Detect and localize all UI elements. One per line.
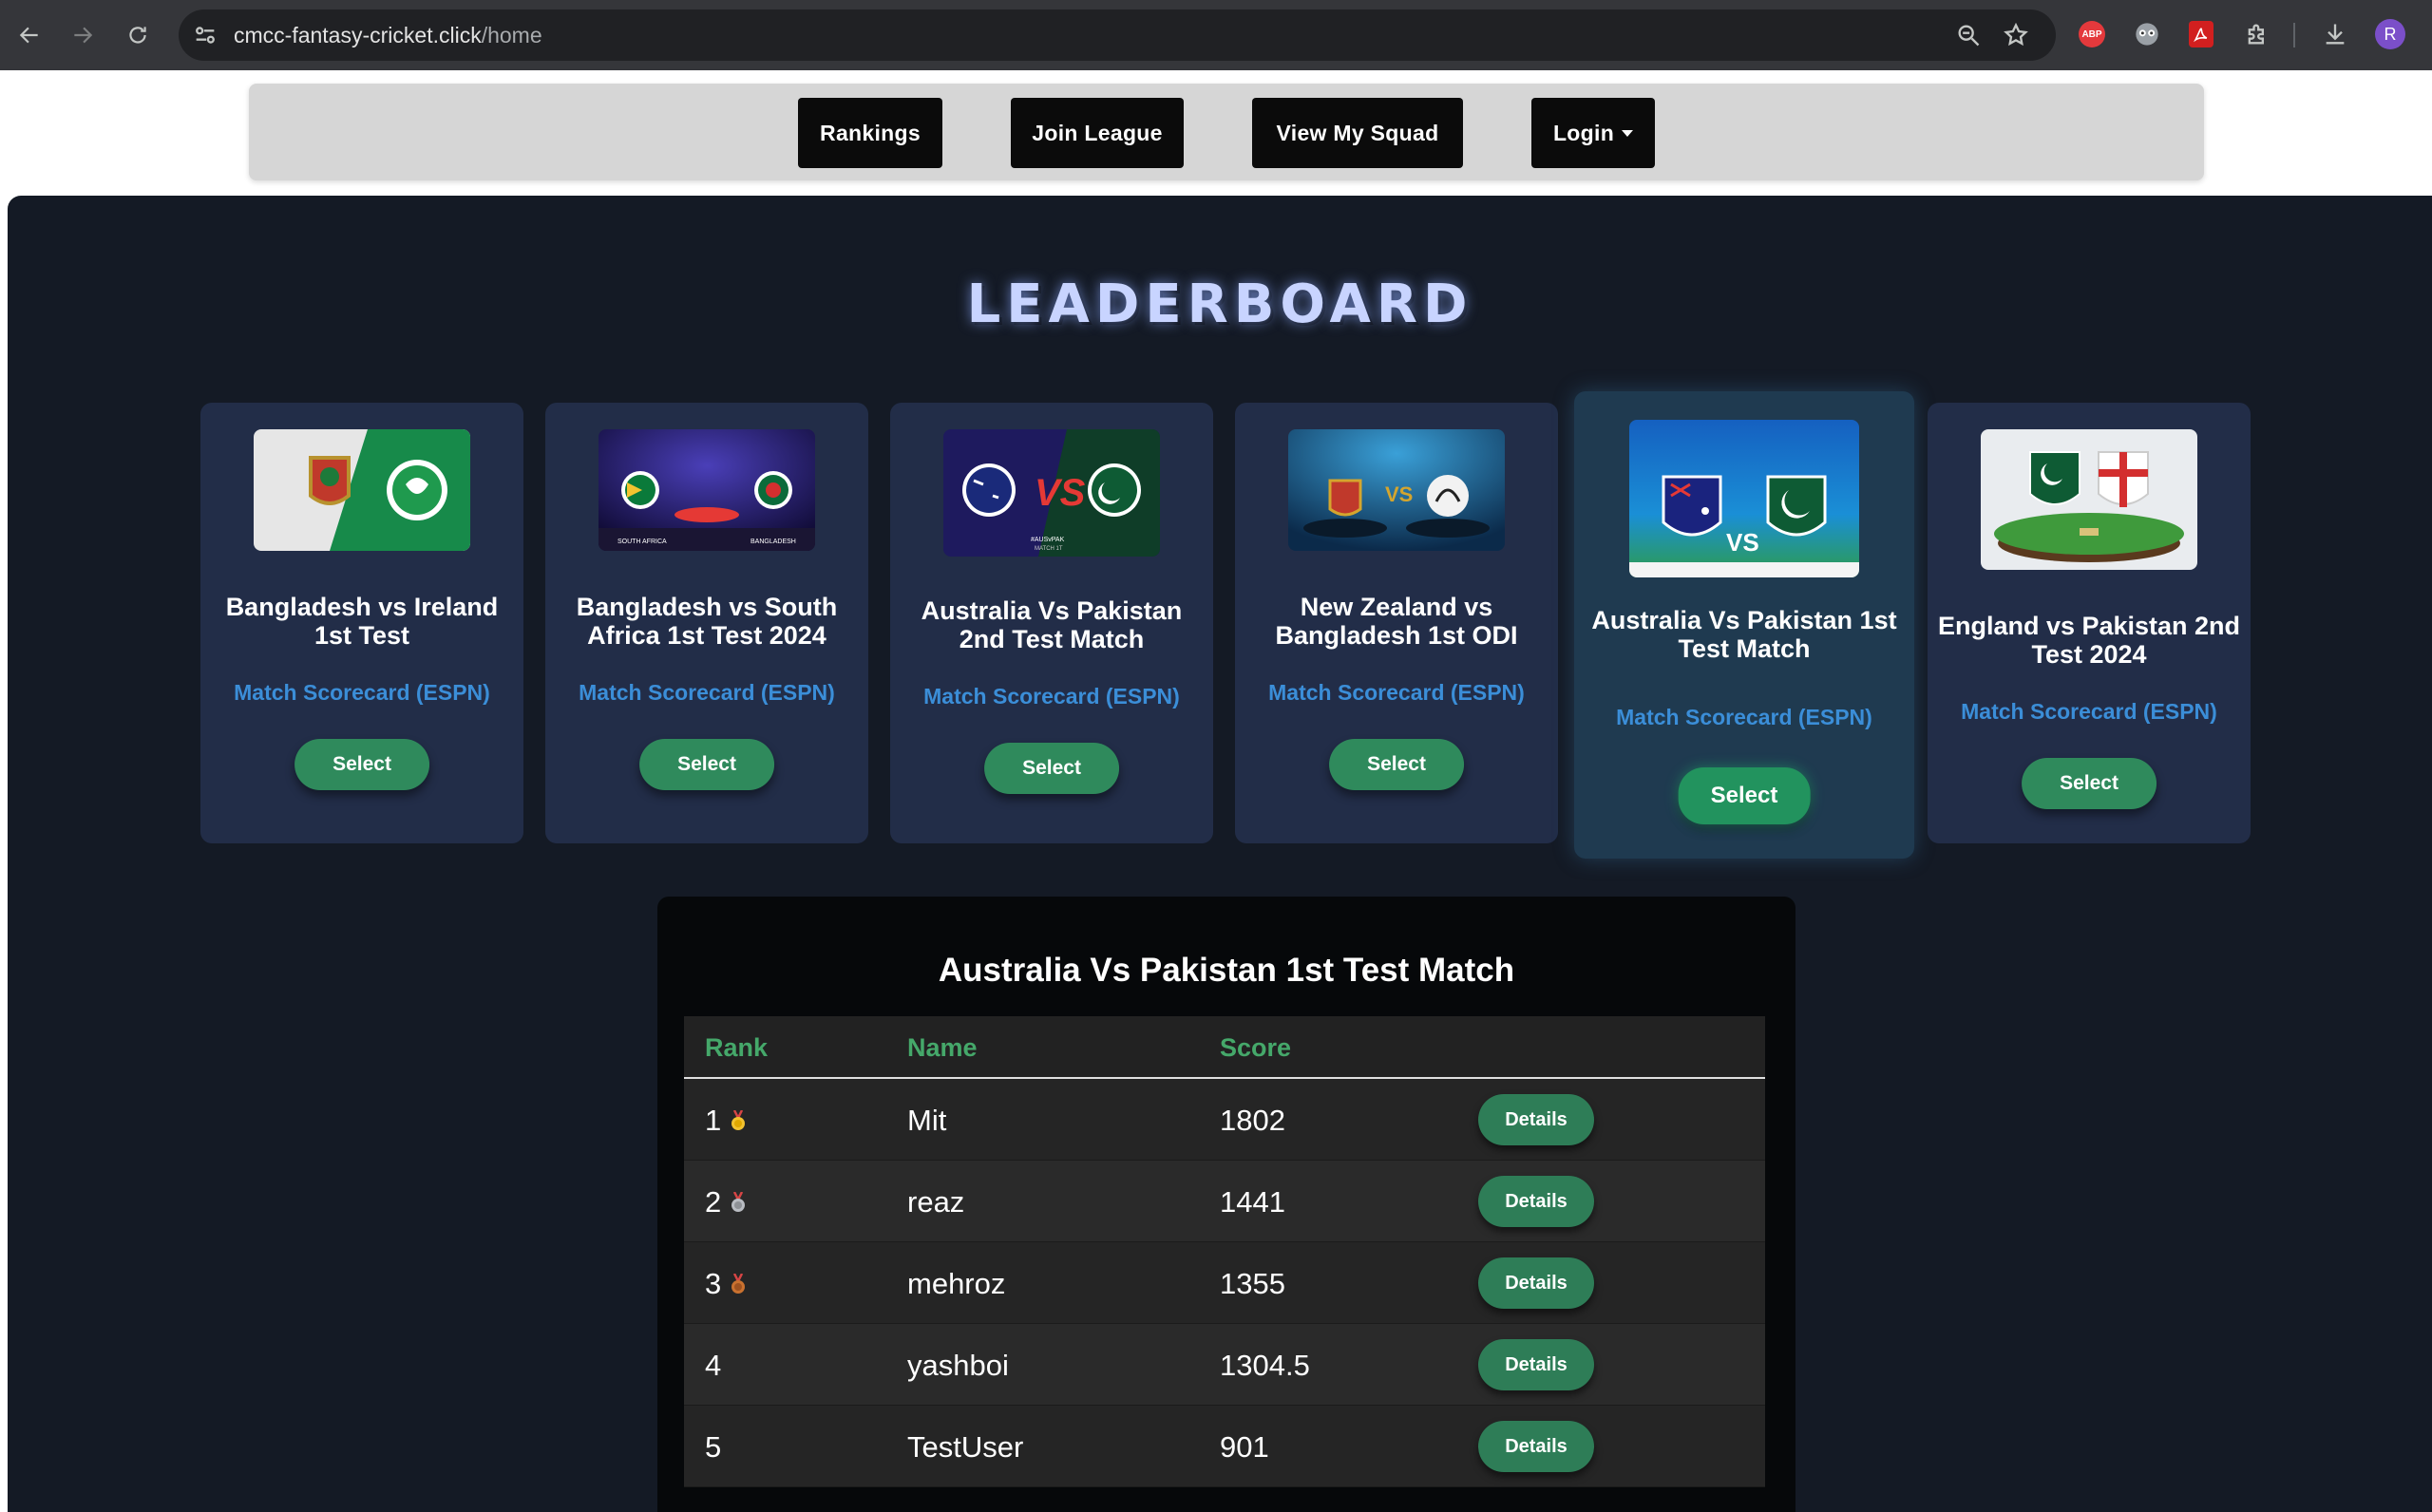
match-thumbnail: VS (1288, 429, 1505, 551)
table-row: 5 TestUser 901 Details (684, 1406, 1765, 1487)
details-button[interactable]: Details (1478, 1176, 1594, 1227)
scorecard-link[interactable]: Match Scorecard (ESPN) (1235, 680, 1558, 706)
match-title: Australia Vs Pakistan 1st Test Match (1591, 606, 1897, 663)
reload-icon[interactable] (120, 17, 156, 53)
rank-cell: 5 (705, 1430, 722, 1464)
login-label: Login (1552, 120, 1615, 145)
match-card[interactable]: SOUTH AFRICA BANGLADESH Bangladesh vs So… (545, 403, 868, 843)
details-button[interactable]: Details (1478, 1421, 1594, 1472)
pdf-extension-icon[interactable] (2189, 21, 2214, 47)
score-cell: 1441 (1220, 1185, 1285, 1219)
match-title: England vs Pakistan 2nd Test 2024 (1937, 612, 2241, 669)
match-title: Bangladesh vs South Africa 1st Test 2024 (576, 593, 838, 650)
match-title: Australia Vs Pakistan 2nd Test Match (921, 596, 1183, 653)
back-icon[interactable] (11, 17, 48, 53)
select-button[interactable]: Select (1678, 767, 1811, 824)
table-row: 4 yashboi 1304.5 Details (684, 1324, 1765, 1406)
details-button[interactable]: Details (1478, 1339, 1594, 1390)
select-button[interactable]: Select (294, 739, 429, 790)
table-row: 3 mehroz 1355 Details (684, 1242, 1765, 1324)
leaderboard-table: Rank Name Score 1 Mit 1802 Details 2 rea… (684, 1016, 1765, 1487)
download-icon[interactable] (2320, 19, 2350, 49)
rank-cell: 2 (705, 1185, 746, 1219)
name-cell: Mit (907, 1104, 947, 1137)
name-cell: reaz (907, 1185, 965, 1219)
extension-mask-icon[interactable] (2132, 19, 2162, 49)
forward-icon[interactable] (65, 17, 101, 53)
table-row: 1 Mit 1802 Details (684, 1079, 1765, 1161)
profile-avatar[interactable]: R (2375, 19, 2405, 49)
svg-text:SOUTH AFRICA: SOUTH AFRICA (618, 539, 667, 545)
login-dropdown-button[interactable]: Login (1531, 98, 1655, 168)
caret-down-icon (1622, 129, 1634, 137)
svg-text:VS: VS (1726, 528, 1759, 557)
score-cell: 901 (1220, 1430, 1269, 1464)
match-thumbnail: VS (1629, 420, 1859, 577)
match-thumbnail: SOUTH AFRICA BANGLADESH (598, 429, 815, 551)
select-button[interactable]: Select (639, 739, 774, 790)
scorecard-link[interactable]: Match Scorecard (ESPN) (890, 684, 1213, 709)
details-button[interactable]: Details (1478, 1257, 1594, 1309)
match-thumbnail (254, 429, 470, 551)
toolbar-divider (2293, 23, 2295, 47)
leaderboard-panel: LEADERBOARD Bangladesh vs Ireland 1st Te… (8, 196, 2432, 1512)
svg-text:BANGLADESH: BANGLADESH (750, 539, 796, 545)
rank-cell: 3 (705, 1267, 746, 1301)
scorecard-link[interactable]: Match Scorecard (ESPN) (545, 680, 868, 706)
scorecard-link[interactable]: Match Scorecard (ESPN) (200, 680, 523, 706)
name-cell: mehroz (907, 1267, 1006, 1300)
match-card[interactable]: Bangladesh vs Ireland 1st Test Match Sco… (200, 403, 523, 843)
select-button[interactable]: Select (984, 743, 1119, 794)
svg-text:VS: VS (1385, 482, 1413, 506)
name-cell: TestUser (907, 1430, 1024, 1464)
match-title: Bangladesh vs Ireland 1st Test (225, 593, 499, 650)
bookmark-star-icon[interactable] (2003, 22, 2029, 48)
svg-text:MATCH 1T: MATCH 1T (1035, 546, 1063, 552)
extensions-puzzle-icon[interactable] (2242, 19, 2272, 49)
leaderboard-title: LEADERBOARD (966, 274, 1473, 335)
svg-text:VS: VS (1035, 472, 1086, 514)
select-button[interactable]: Select (2022, 758, 2156, 809)
score-cell: 1802 (1220, 1104, 1285, 1137)
view-my-squad-button[interactable]: View My Squad (1252, 98, 1463, 168)
zoom-icon[interactable] (1955, 22, 1982, 48)
table-row: 2 reaz 1441 Details (684, 1161, 1765, 1242)
svg-text:#AUSvPAK: #AUSvPAK (1031, 537, 1065, 543)
match-thumbnail: VS #AUSvPAK MATCH 1T (943, 429, 1160, 557)
gold-medal-icon (732, 1109, 746, 1130)
url-text: cmcc-fantasy-cricket.click/home (234, 23, 542, 47)
match-card-selected[interactable]: VS Australia Vs Pakistan 1st Test Match … (1574, 391, 1914, 859)
name-header: Name (907, 1033, 978, 1062)
match-thumbnail (1981, 429, 2197, 570)
top-navbar: Rankings Join League View My Squad Login (249, 84, 2204, 180)
rank-header: Rank (705, 1033, 769, 1062)
score-cell: 1355 (1220, 1267, 1285, 1300)
match-card[interactable]: VS #AUSvPAK MATCH 1T Australia Vs Pakist… (890, 403, 1213, 843)
silver-medal-icon (732, 1191, 746, 1212)
site-settings-icon[interactable] (192, 22, 218, 48)
details-button[interactable]: Details (1478, 1094, 1594, 1145)
scorecard-link[interactable]: Match Scorecard (ESPN) (1928, 699, 2251, 725)
select-button[interactable]: Select (1329, 739, 1464, 790)
scorecard-link[interactable]: Match Scorecard (ESPN) (1574, 705, 1914, 730)
table-header: Rank Name Score (684, 1016, 1765, 1079)
rank-cell: 4 (705, 1349, 722, 1382)
rank-cell: 1 (705, 1104, 746, 1138)
match-card[interactable]: England vs Pakistan 2nd Test 2024 Match … (1928, 403, 2251, 843)
browser-toolbar: cmcc-fantasy-cricket.click/home ABP R (0, 0, 2432, 70)
table-body: 1 Mit 1802 Details 2 reaz 1441 Details 3… (684, 1079, 1765, 1487)
table-title: Australia Vs Pakistan 1st Test Match (938, 952, 1515, 989)
name-cell: yashboi (907, 1349, 1009, 1382)
address-bar[interactable]: cmcc-fantasy-cricket.click/home (179, 9, 2056, 61)
match-title: New Zealand vs Bangladesh 1st ODI (1275, 593, 1518, 650)
adblock-extension-icon[interactable]: ABP (2079, 21, 2105, 47)
score-cell: 1304.5 (1220, 1349, 1310, 1382)
bronze-medal-icon (732, 1273, 746, 1294)
rankings-button[interactable]: Rankings (798, 98, 942, 168)
match-card[interactable]: VS New Zealand vs Bangladesh 1st ODI Mat… (1235, 403, 1558, 843)
leaderboard-table-card: Australia Vs Pakistan 1st Test Match Ran… (657, 897, 1796, 1512)
join-league-button[interactable]: Join League (1011, 98, 1184, 168)
score-header: Score (1220, 1033, 1292, 1062)
